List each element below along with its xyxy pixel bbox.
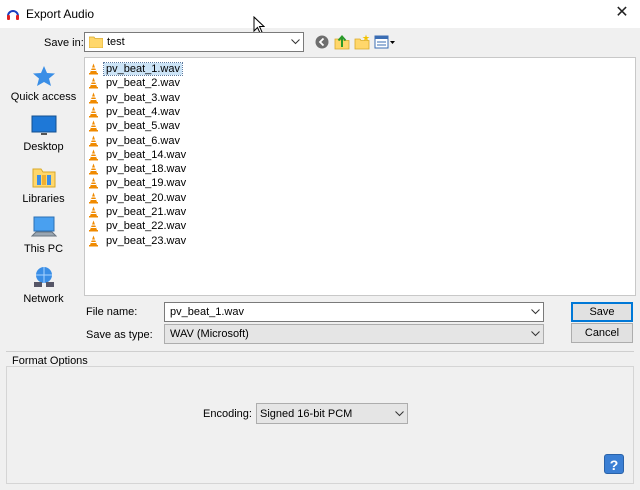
place-label: Quick access	[10, 91, 77, 103]
file-name-label: File name:	[86, 306, 138, 318]
file-list-item[interactable]: pv_beat_19.wav	[88, 176, 294, 190]
divider	[6, 351, 634, 352]
vlc-file-icon	[89, 135, 98, 146]
format-options-panel	[6, 366, 634, 484]
file-list-item[interactable]: pv_beat_5.wav	[88, 119, 294, 133]
place-label: This PC	[23, 243, 64, 255]
chevron-down-icon	[395, 404, 404, 423]
place-label: Libraries	[22, 193, 65, 205]
title-bar: Export Audio ✕	[0, 0, 640, 28]
vlc-file-icon	[89, 163, 98, 175]
file-name-text: pv_beat_18.wav	[106, 163, 187, 176]
vlc-file-icon	[89, 177, 98, 189]
place-label: Desktop	[23, 141, 64, 153]
encoding-dropdown[interactable]: Signed 16-bit PCM	[256, 403, 408, 424]
file-name-text: pv_beat_22.wav	[106, 220, 187, 233]
desktop-icon	[31, 115, 56, 135]
chevron-down-icon	[291, 33, 300, 51]
save-as-type-value: WAV (Microsoft)	[170, 328, 249, 340]
file-list-item[interactable]: pv_beat_1.wav	[88, 62, 294, 76]
file-name-text: pv_beat_3.wav	[106, 91, 180, 104]
vlc-file-icon	[89, 92, 98, 104]
folder-icon	[89, 36, 103, 48]
view-menu-icon[interactable]	[374, 34, 396, 50]
vlc-file-icon	[89, 235, 98, 247]
file-list-item[interactable]: pv_beat_2.wav	[88, 76, 294, 90]
place-this-pc[interactable]: This PC	[8, 215, 79, 255]
up-folder-icon[interactable]	[334, 34, 350, 50]
file-list-item[interactable]: pv_beat_23.wav	[88, 234, 294, 248]
place-network[interactable]: Network	[8, 265, 79, 305]
vlc-file-icon	[89, 77, 98, 89]
file-list-item[interactable]: pv_beat_18.wav	[88, 162, 294, 176]
vlc-file-icon	[89, 149, 98, 161]
file-name-text: pv_beat_1.wav	[103, 62, 183, 76]
window-title: Export Audio	[26, 7, 95, 21]
encoding-label: Encoding:	[203, 408, 252, 420]
close-icon[interactable]: ✕	[604, 0, 640, 28]
vlc-file-icon	[89, 192, 98, 204]
file-list-item[interactable]: pv_beat_22.wav	[88, 219, 294, 233]
file-name-text: pv_beat_4.wav	[106, 105, 180, 118]
chevron-down-icon[interactable]	[531, 303, 540, 321]
network-icon	[33, 267, 54, 287]
file-list-item[interactable]: pv_beat_3.wav	[88, 91, 294, 105]
file-list-item[interactable]: pv_beat_21.wav	[88, 205, 294, 219]
file-name-input[interactable]: pv_beat_1.wav	[164, 302, 544, 322]
file-name-text: pv_beat_14.wav	[106, 148, 187, 161]
vlc-file-icon	[89, 106, 98, 118]
cancel-button[interactable]: Cancel	[571, 323, 633, 343]
file-name-text: pv_beat_23.wav	[106, 234, 187, 247]
libraries-icon	[32, 168, 55, 188]
file-name-text: pv_beat_20.wav	[106, 191, 187, 204]
place-desktop[interactable]: Desktop	[8, 115, 79, 153]
file-name-text: pv_beat_5.wav	[106, 120, 180, 133]
save-in-value: test	[107, 36, 125, 48]
vlc-file-icon	[89, 120, 98, 132]
file-name-text: pv_beat_21.wav	[106, 206, 187, 218]
vlc-file-icon	[89, 206, 98, 218]
save-button[interactable]: Save	[571, 302, 633, 322]
file-name-text: pv_beat_19.wav	[106, 177, 187, 190]
star-icon	[32, 66, 55, 86]
new-folder-icon[interactable]	[354, 34, 370, 50]
encoding-value: Signed 16-bit PCM	[260, 408, 353, 420]
file-name-value: pv_beat_1.wav	[170, 306, 244, 318]
file-list[interactable]: pv_beat_1.wav pv_beat_2.wav pv_beat_3.wav p…	[84, 57, 636, 296]
file-list-item[interactable]: pv_beat_4.wav	[88, 105, 294, 119]
place-libraries[interactable]: Libraries	[8, 165, 79, 205]
place-label: Network	[23, 293, 64, 305]
audacity-app-icon	[7, 10, 19, 20]
vlc-file-icon	[89, 63, 98, 75]
file-list-item[interactable]: pv_beat_14.wav	[88, 148, 294, 162]
save-in-label: Save in:	[44, 37, 84, 49]
file-name-text: pv_beat_2.wav	[106, 77, 180, 90]
computer-icon	[30, 216, 57, 237]
save-in-dropdown[interactable]: test	[84, 32, 304, 52]
back-icon[interactable]	[315, 34, 329, 50]
save-as-type-label: Save as type:	[86, 329, 153, 341]
file-list-item[interactable]: pv_beat_6.wav	[88, 134, 294, 148]
vlc-file-icon	[89, 220, 98, 232]
file-list-item[interactable]: pv_beat_20.wav	[88, 191, 294, 205]
chevron-down-icon	[531, 325, 540, 343]
help-button[interactable]: ?	[604, 454, 624, 474]
save-as-type-dropdown[interactable]: WAV (Microsoft)	[164, 324, 544, 344]
place-quick-access[interactable]: Quick access	[8, 65, 79, 103]
file-name-text: pv_beat_6.wav	[106, 134, 180, 147]
